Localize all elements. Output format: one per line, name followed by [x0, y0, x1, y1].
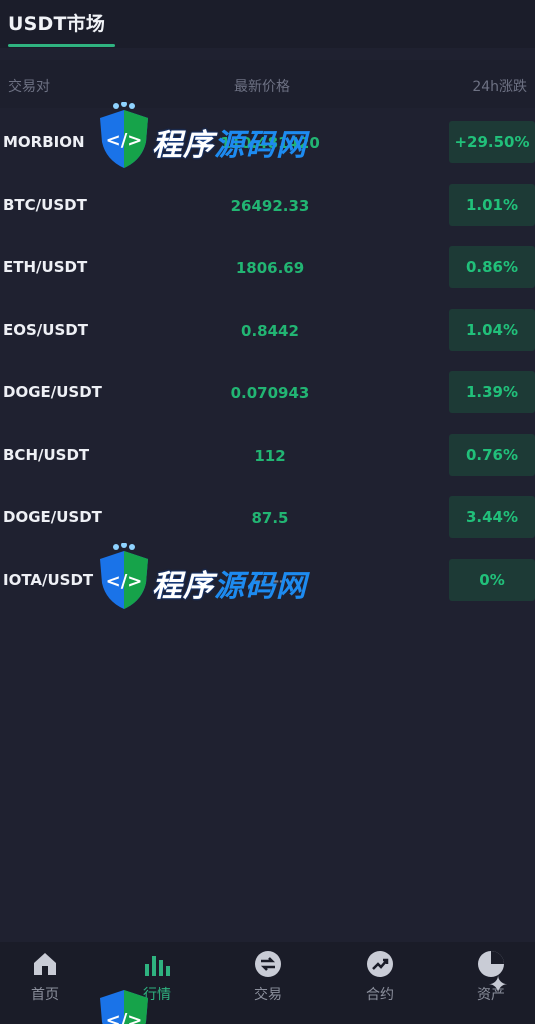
- market-row[interactable]: BTC/USDT 26492.33 1.01%: [0, 175, 535, 238]
- nav-market-label: 行情: [143, 987, 171, 1003]
- market-list: MORBION 110.481420 +29.50% BTC/USDT 2649…: [0, 112, 535, 612]
- nav-contract-label: 合约: [366, 987, 394, 1003]
- pair-name: MORBION: [3, 133, 85, 151]
- latest-price: 1806.69: [235, 259, 305, 277]
- home-icon: [34, 953, 56, 975]
- market-chart-icon: [145, 956, 170, 976]
- pair-name: BTC/USDT: [3, 195, 87, 214]
- nav-trade-label: 交易: [254, 987, 282, 1003]
- nav-trade[interactable]: 交易: [223, 950, 313, 1004]
- pair-name: DOGE/USDT: [3, 383, 102, 401]
- pair-name: DOGE/USDT: [3, 508, 102, 526]
- tab-active-indicator: [8, 44, 115, 47]
- market-row[interactable]: MORBION 110.481420 +29.50%: [0, 112, 535, 175]
- market-row[interactable]: DOGE/USDT 87.5 3.44%: [0, 487, 535, 550]
- column-pair-label: 交易对: [8, 79, 50, 95]
- change-badge: 1.01%: [449, 183, 535, 226]
- change-badge: 0%: [449, 558, 535, 601]
- bottom-navigation: 首页 行情 交易 合约 资产: [0, 942, 535, 1024]
- latest-price: 0.070943: [230, 384, 310, 402]
- latest-price: 87.5: [251, 509, 289, 527]
- change-badge: 1.39%: [449, 371, 535, 413]
- nav-home-label: 首页: [31, 987, 59, 1003]
- market-row[interactable]: BCH/USDT 112 0.76%: [0, 425, 535, 488]
- change-badge: 0.76%: [449, 433, 535, 476]
- contract-trend-icon: [367, 951, 393, 977]
- change-badge: +29.50%: [449, 121, 535, 163]
- pair-name: IOTA/USDT: [3, 570, 94, 589]
- latest-price: --.--: [254, 571, 286, 590]
- change-badge: 1.04%: [449, 308, 535, 351]
- market-row[interactable]: EOS/USDT 0.8442 1.04%: [0, 300, 535, 363]
- nav-home[interactable]: 首页: [0, 950, 90, 1004]
- market-row[interactable]: DOGE/USDT 0.070943 1.39%: [0, 362, 535, 425]
- pair-name: BCH/USDT: [3, 445, 90, 464]
- latest-price: 26492.33: [230, 196, 310, 215]
- pair-name: EOS/USDT: [3, 320, 88, 339]
- exchange-icon: [255, 951, 281, 977]
- latest-price: 110.481420: [220, 134, 320, 152]
- latest-price: 112: [254, 446, 286, 465]
- change-badge: 3.44%: [449, 496, 535, 538]
- tab-usdt-market[interactable]: USDT市场: [8, 9, 105, 36]
- nav-market[interactable]: 行情: [112, 950, 202, 1004]
- change-badge: 0.86%: [449, 246, 535, 288]
- column-header: 交易对 最新价格 24h涨跌: [0, 60, 535, 108]
- column-price-label: 最新价格: [234, 79, 290, 95]
- latest-price: 0.8442: [241, 321, 299, 340]
- market-page: USDT市场 交易对 最新价格 24h涨跌 MORBION 110.481420…: [0, 0, 535, 1024]
- column-change-label: 24h涨跌: [472, 79, 527, 95]
- market-row[interactable]: ETH/USDT 1806.69 0.86%: [0, 237, 535, 300]
- nav-contract[interactable]: 合约: [335, 950, 425, 1004]
- sparkle-icon: ✦: [487, 971, 509, 999]
- pair-name: ETH/USDT: [3, 258, 88, 276]
- market-row[interactable]: IOTA/USDT --.-- 0%: [0, 550, 535, 613]
- top-tab-bar: USDT市场: [0, 0, 535, 48]
